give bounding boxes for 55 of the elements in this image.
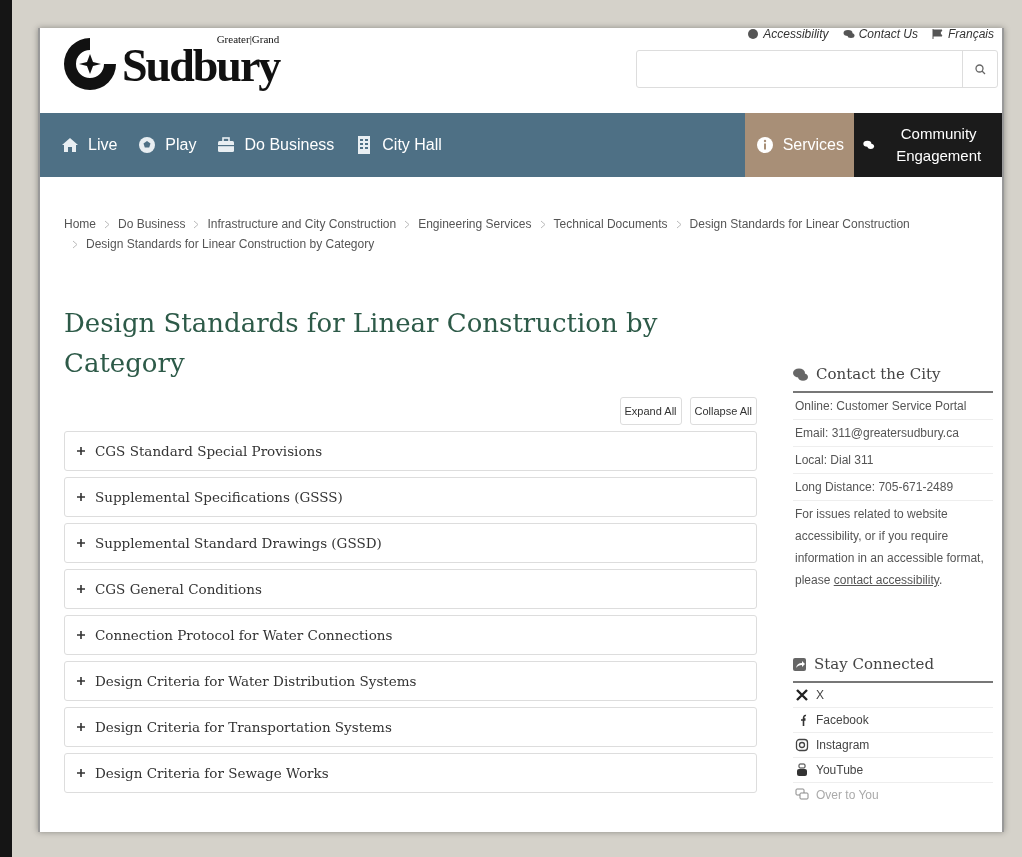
chevron-icon [675, 219, 682, 229]
accordion-item[interactable]: Supplemental Specifications (GSSS) [64, 477, 757, 517]
accessibility-icon [747, 28, 760, 40]
accordion-item[interactable]: Connection Protocol for Water Connections [64, 615, 757, 655]
social-link[interactable]: Instagram [793, 733, 993, 758]
contact-accessibility-link[interactable]: contact accessibility [833, 573, 939, 587]
accordion-item[interactable]: CGS Standard Special Provisions [64, 431, 757, 471]
chevron-icon [104, 219, 110, 229]
social-link[interactable]: Facebook [793, 708, 993, 733]
sidebar-heading: Contact the City [816, 365, 941, 383]
search-field[interactable] [636, 50, 998, 88]
social-link[interactable]: X [793, 683, 993, 708]
logo-tagline: Greater|Grand [216, 34, 280, 45]
ball-icon [137, 135, 158, 155]
contact-item: Long Distance: 705-671-2489 [793, 474, 993, 501]
breadcrumb-link[interactable]: Home [64, 217, 96, 231]
breadcrumb-link[interactable]: Design Standards for Linear Construction [689, 217, 910, 231]
page-title: Design Standards for Linear Construction by Category [64, 307, 659, 380]
accordion-item[interactable]: Supplemental Standard Drawings (GSSD) [64, 523, 757, 563]
chevron-icon [404, 219, 411, 229]
flag-icon [932, 28, 944, 40]
chat-icon [842, 28, 855, 40]
breadcrumb-link[interactable]: Do Business [118, 217, 186, 231]
chat-icon [795, 788, 809, 802]
chat-icon [793, 367, 808, 381]
chevron-icon [193, 219, 200, 229]
chevron-icon [539, 219, 546, 229]
contact-item: Online: Customer Service Portal [793, 393, 993, 420]
accordion-item[interactable]: Design Criteria for Water Distribution Systems [64, 661, 757, 701]
x-icon [795, 688, 809, 702]
contact-item: Local: Dial 311 [793, 447, 993, 474]
expand-all-button[interactable]: Expand All [619, 397, 682, 425]
breadcrumb-link[interactable]: Technical Documents [553, 217, 668, 231]
utility-link[interactable]: Accessibility [747, 28, 829, 41]
accordion-item[interactable]: Design Criteria for Sewage Works [64, 753, 757, 793]
utility-link[interactable]: Contact Us [842, 28, 918, 41]
instagram-icon [795, 738, 809, 752]
accordion-item[interactable]: CGS General Conditions [64, 569, 757, 609]
breadcrumb-link[interactable]: Infrastructure and City Construction [207, 217, 397, 231]
social-link[interactable]: YouTube [793, 758, 993, 783]
share-icon [793, 657, 806, 671]
chevron-icon [72, 239, 78, 249]
home-icon [60, 135, 80, 155]
contact-item: Email: 311@greatersudbury.ca [793, 420, 993, 447]
sidebar-heading: Stay Connected [814, 655, 935, 673]
search-icon[interactable] [974, 63, 986, 75]
briefcase-icon [216, 135, 237, 155]
utility-link[interactable]: Français [932, 28, 994, 41]
breadcrumb-link[interactable]: Engineering Services [418, 217, 532, 231]
nav-item[interactable]: Community Engagement [854, 113, 1002, 177]
youtube-icon [795, 763, 809, 777]
accordion-item[interactable]: Design Criteria for Transportation Systems [64, 707, 757, 747]
collapse-all-button[interactable]: Collapse All [689, 397, 757, 425]
accessibility-note: For issues related to website accessibility, or if you require information in an accessible format, please contact accessibility. [794, 506, 985, 589]
info-icon [754, 135, 775, 155]
